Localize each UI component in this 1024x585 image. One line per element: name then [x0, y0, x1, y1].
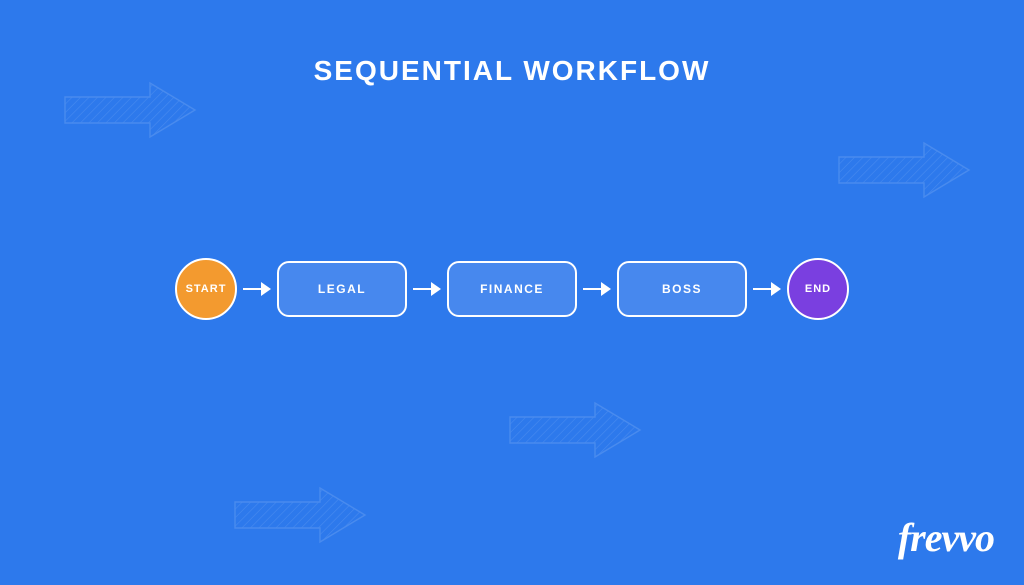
decorative-arrow-icon: [834, 135, 974, 205]
workflow-row: START LEGAL FINANCE BOSS END: [0, 258, 1024, 320]
brand-logo: frevvo: [898, 514, 994, 561]
step-label: BOSS: [662, 282, 702, 296]
step-label: LEGAL: [318, 282, 366, 296]
start-node: START: [175, 258, 237, 320]
start-label: START: [186, 283, 227, 295]
decorative-arrow-icon: [505, 395, 645, 465]
arrow-icon: [243, 279, 271, 299]
decorative-arrow-icon: [60, 75, 200, 145]
arrow-icon: [413, 279, 441, 299]
step-node-finance: FINANCE: [447, 261, 577, 317]
arrow-icon: [583, 279, 611, 299]
step-node-legal: LEGAL: [277, 261, 407, 317]
step-label: FINANCE: [480, 282, 544, 296]
arrow-icon: [753, 279, 781, 299]
decorative-arrow-icon: [230, 480, 370, 550]
step-node-boss: BOSS: [617, 261, 747, 317]
end-label: END: [805, 283, 831, 295]
end-node: END: [787, 258, 849, 320]
